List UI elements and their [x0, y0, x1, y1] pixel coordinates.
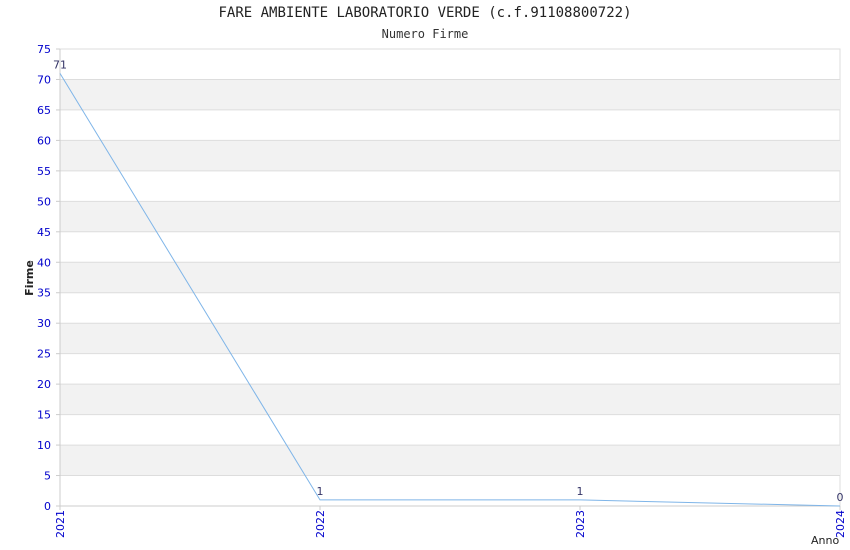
line-chart: 051015202530354045505560657075 2021 2022 2…: [23, 43, 847, 547]
grid-band: [60, 262, 840, 293]
grid-band: [60, 140, 840, 171]
y-tick-label: 20: [37, 378, 51, 391]
data-label: 1: [577, 485, 584, 498]
y-tick-label: 40: [37, 256, 51, 269]
y-tick-label: 35: [37, 287, 51, 300]
y-tick-label: 25: [37, 348, 51, 361]
chart-container: FARE AMBIENTE LABORATORIO VERDE (c.f.911…: [0, 0, 850, 550]
y-tick-label: 10: [37, 439, 51, 452]
x-tick-label: 2023: [574, 510, 587, 538]
y-tick-label: 70: [37, 73, 51, 86]
grid-band: [60, 79, 840, 110]
grid-band: [60, 323, 840, 354]
y-axis-label: Firme: [23, 260, 36, 296]
y-tick-label: 65: [37, 104, 51, 117]
y-tick-label: 5: [44, 470, 51, 483]
data-label: 1: [317, 485, 324, 498]
x-tick-label: 2021: [54, 510, 67, 538]
y-tick-label: 15: [37, 409, 51, 422]
data-label: 0: [837, 491, 844, 504]
grid-band: [60, 445, 840, 476]
y-tick-label: 30: [37, 317, 51, 330]
grid-band: [60, 384, 840, 415]
y-tick-label: 60: [37, 134, 51, 147]
x-tick-label: 2022: [314, 510, 327, 538]
data-label: 71: [53, 58, 67, 71]
y-tick-label: 45: [37, 226, 51, 239]
grid-band: [60, 201, 840, 232]
y-tick-label: 55: [37, 165, 51, 178]
y-tick-labels: 0 5 10 15 20 25 30 35 40 45 50 55 60 65 70 75: [37, 43, 60, 513]
x-tick-labels: 2021 2022 2023 2024: [54, 506, 847, 538]
y-tick-label: 0: [44, 500, 51, 513]
background-bands: [59, 48, 841, 507]
y-tick-label: 75: [37, 43, 51, 56]
y-tick-label: 50: [37, 195, 51, 208]
x-axis-label: Anno: [811, 534, 839, 547]
